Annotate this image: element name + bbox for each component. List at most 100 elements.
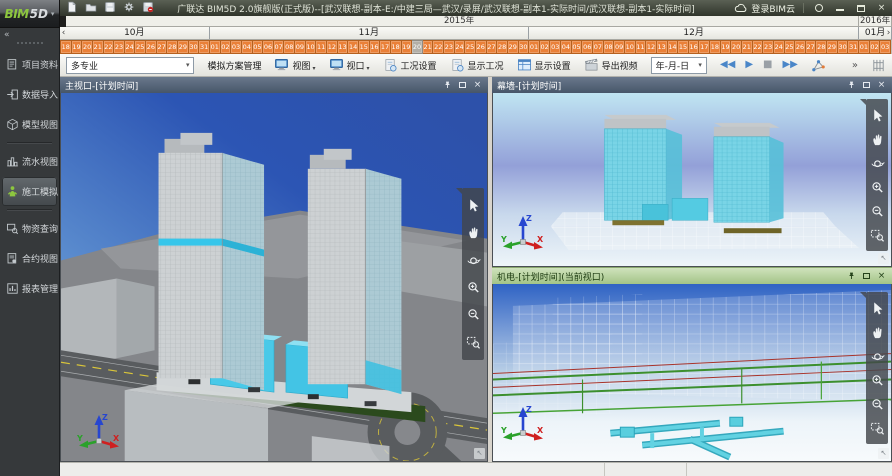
- timeline-day[interactable]: 14: [348, 40, 359, 54]
- timeline-day[interactable]: 09: [614, 40, 625, 54]
- mep-viewport-header[interactable]: 机电-[计划时间](当前视口) ×: [492, 267, 892, 284]
- timeline-day[interactable]: 25: [135, 40, 146, 54]
- timeline-day[interactable]: 28: [816, 40, 827, 54]
- viewport-button[interactable]: 视口 ▾: [329, 58, 370, 72]
- login-bim-cloud-button[interactable]: 登录BIM云: [734, 2, 795, 15]
- timeline-day[interactable]: 07: [274, 40, 285, 54]
- timeline-day[interactable]: 09: [295, 40, 306, 54]
- timeline-day[interactable]: 03: [880, 40, 891, 54]
- zoom-in-tool-icon[interactable]: [868, 178, 886, 196]
- pan-tool-icon[interactable]: [868, 130, 886, 148]
- viewport-restore-corner-button[interactable]: ↖: [878, 253, 889, 264]
- close-viewport-button[interactable]: ×: [876, 271, 887, 282]
- timeline-day[interactable]: 10: [306, 40, 317, 54]
- title-bar[interactable]: 广联达 BIM5D 2.0旗舰版(正式版)--[武汉联想-副本-E:/中建三局—…: [0, 0, 892, 16]
- timeline-day[interactable]: 13: [657, 40, 668, 54]
- minimize-button[interactable]: [833, 3, 846, 14]
- timeline-day[interactable]: 22: [753, 40, 764, 54]
- timeline-day[interactable]: 17: [699, 40, 710, 54]
- timeline-day[interactable]: 19: [721, 40, 732, 54]
- timeline-day[interactable]: 01: [859, 40, 870, 54]
- timeline-day[interactable]: 21: [423, 40, 434, 54]
- timeline-day[interactable]: 12: [327, 40, 338, 54]
- timeline-day[interactable]: 01: [529, 40, 540, 54]
- timeline-day[interactable]: 29: [827, 40, 838, 54]
- skin-button[interactable]: [812, 3, 825, 14]
- timeline-day[interactable]: 26: [795, 40, 806, 54]
- simulation-plan-manage-button[interactable]: 模拟方案管理: [207, 59, 261, 72]
- timeline-day[interactable]: 20: [412, 40, 423, 54]
- timeline-day[interactable]: 27: [157, 40, 168, 54]
- sidebar-collapse-button[interactable]: «: [4, 30, 10, 40]
- timeline-day[interactable]: 23: [763, 40, 774, 54]
- sidebar-item-construction-simulation[interactable]: 施工模拟: [2, 177, 57, 206]
- play-button[interactable]: ▶: [745, 60, 753, 70]
- timeline-day[interactable]: 08: [604, 40, 615, 54]
- sidebar-item-data-import[interactable]: 数据导入: [2, 80, 57, 109]
- orbit-tool-icon[interactable]: [868, 154, 886, 172]
- stop-button[interactable]: ■: [763, 60, 772, 70]
- curtain-3d-canvas[interactable]: Z Y X ↖: [492, 93, 892, 267]
- timeline-day[interactable]: 17: [380, 40, 391, 54]
- sidebar-item-model-view[interactable]: 模型视图: [2, 110, 57, 139]
- maximize-button[interactable]: [854, 3, 867, 14]
- timeline-scroll-right-button[interactable]: ›: [885, 27, 892, 40]
- timeline-day[interactable]: 04: [561, 40, 572, 54]
- timeline-day[interactable]: 13: [338, 40, 349, 54]
- zoom-in-tool-icon[interactable]: [868, 371, 886, 389]
- timeline-day[interactable]: 16: [370, 40, 381, 54]
- timeline-day[interactable]: 27: [487, 40, 498, 54]
- date-format-dropdown[interactable]: 年-月-日 ▾: [651, 57, 707, 74]
- specialty-dropdown[interactable]: 多专业 ▾: [66, 57, 194, 74]
- timeline-day[interactable]: 22: [433, 40, 444, 54]
- restore-viewport-button[interactable]: [457, 80, 468, 91]
- timeline-day[interactable]: 18: [60, 40, 72, 54]
- bim5d-logo[interactable]: BIM 5D ▾: [0, 0, 60, 28]
- viewport-restore-corner-button[interactable]: ↖: [474, 448, 485, 459]
- timeline-day[interactable]: 14: [668, 40, 679, 54]
- timeline-day[interactable]: 03: [550, 40, 561, 54]
- timeline-day[interactable]: 21: [93, 40, 104, 54]
- timeline-day[interactable]: 21: [742, 40, 753, 54]
- curtain-viewport-header[interactable]: 幕墙-[计划时间] ×: [492, 77, 892, 93]
- timeline-day[interactable]: 25: [785, 40, 796, 54]
- timeline-day[interactable]: 01: [210, 40, 221, 54]
- pin-viewport-button[interactable]: [846, 271, 857, 282]
- select-tool-icon[interactable]: [868, 299, 886, 317]
- work-condition-settings-button[interactable]: 工况设置: [383, 58, 437, 72]
- main-3d-canvas[interactable]: Z Y X ↖: [60, 93, 488, 462]
- timeline-day[interactable]: 27: [806, 40, 817, 54]
- timeline-scroll-left-button[interactable]: ‹: [60, 27, 67, 40]
- zoom-window-tool-icon[interactable]: [868, 226, 886, 244]
- rewind-button[interactable]: ◀◀: [720, 60, 735, 70]
- sidebar-grip[interactable]: [17, 42, 43, 44]
- timeline-day[interactable]: 23: [444, 40, 455, 54]
- timeline-day[interactable]: 23: [114, 40, 125, 54]
- timeline-day[interactable]: 02: [540, 40, 551, 54]
- sidebar-item-project-info[interactable]: 项目资料: [2, 50, 57, 79]
- timeline-day[interactable]: 29: [178, 40, 189, 54]
- select-tool-icon[interactable]: [464, 197, 482, 215]
- structure-network-icon[interactable]: [811, 58, 826, 73]
- timeline-day[interactable]: 24: [774, 40, 785, 54]
- close-window-button[interactable]: ×: [875, 3, 888, 14]
- fast-forward-button[interactable]: ▶▶: [782, 60, 797, 70]
- timeline-day[interactable]: 24: [455, 40, 466, 54]
- timeline-day[interactable]: 30: [519, 40, 530, 54]
- export-video-button[interactable]: 导出视频: [584, 58, 638, 72]
- timeline-day[interactable]: 11: [316, 40, 327, 54]
- timeline-day[interactable]: 26: [476, 40, 487, 54]
- timeline-day[interactable]: 25: [465, 40, 476, 54]
- timeline-day[interactable]: 18: [391, 40, 402, 54]
- orbit-tool-icon[interactable]: [464, 251, 482, 269]
- select-tool-icon[interactable]: [868, 106, 886, 124]
- pin-viewport-button[interactable]: [846, 80, 857, 91]
- zoom-in-tool-icon[interactable]: [464, 279, 482, 297]
- show-work-condition-button[interactable]: 显示工况: [450, 58, 504, 72]
- timeline-day[interactable]: 05: [253, 40, 264, 54]
- sidebar-item-flow-view[interactable]: 流水视图: [2, 147, 57, 176]
- zoom-window-tool-icon[interactable]: [464, 333, 482, 351]
- timeline-day[interactable]: 28: [497, 40, 508, 54]
- timeline-day[interactable]: 02: [221, 40, 232, 54]
- sidebar-item-contract-view[interactable]: 合约视图: [2, 244, 57, 273]
